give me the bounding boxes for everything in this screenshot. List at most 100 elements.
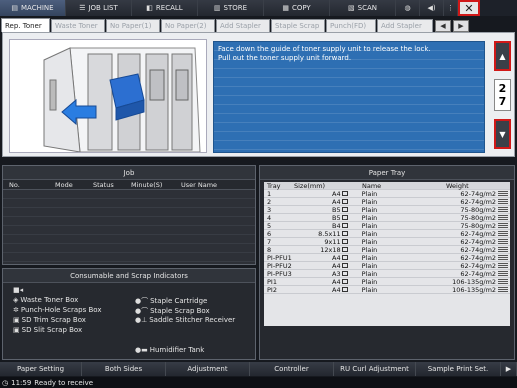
tab-punch-fd[interactable]: Punch(FD) <box>326 19 376 32</box>
warning-tabs: Rep. Toner Waste Toner No Paper(1) No Pa… <box>0 18 517 32</box>
page-total: 7 <box>498 95 507 108</box>
paper-orientation-icon <box>341 215 348 220</box>
tray-size: A4 <box>292 254 352 262</box>
tray-paper-name: Plain <box>361 189 378 198</box>
globe-icon: ◍ <box>404 4 411 12</box>
job-list[interactable] <box>3 190 255 264</box>
arrow-right-icon: ▶ <box>458 22 464 30</box>
tab-store[interactable]: ▥ STORE <box>198 0 264 16</box>
top-navigation-bar: ▤ MACHINE ☰ JOB LIST ◧ RECALL ▥ STORE ▦ … <box>0 0 517 16</box>
sd-slit-indicator: ▣ SD Slit Scrap Box <box>13 326 83 334</box>
tray-size: A3 <box>292 270 352 278</box>
status-time: 11:59 <box>11 378 32 387</box>
humidifier-icon: ●▬ <box>135 346 148 354</box>
paper-tray-title: Paper Tray <box>260 166 514 180</box>
tab-waste-toner[interactable]: Waste Toner <box>51 19 105 32</box>
tab-recall[interactable]: ◧ RECALL <box>132 0 198 16</box>
job-panel-title: Job <box>3 166 255 180</box>
tab-scroll-right-button[interactable]: ▶ <box>453 20 469 32</box>
paper-orientation-icon <box>341 223 348 228</box>
tab-add-stapler[interactable]: Add Stapler <box>216 19 270 32</box>
sample-print-set-button[interactable]: Sample Print Set. <box>416 362 501 376</box>
tray-weight: 62-74g/m2 <box>460 229 497 238</box>
close-button[interactable]: ✕ <box>458 0 480 16</box>
camera-indicator: ■◂ <box>13 286 23 294</box>
tray-size: 12x18 <box>292 246 352 254</box>
tray-weight: 62-74g/m2 <box>460 253 497 262</box>
paper-orientation-icon <box>341 271 348 276</box>
tab-no-paper-2[interactable]: No Paper(2) <box>161 19 215 32</box>
tab-machine[interactable]: ▤ MACHINE <box>0 0 66 16</box>
tray-paper-name: Plain <box>361 261 378 270</box>
paper-orientation-icon <box>341 263 348 268</box>
tray-weight: 62-74g/m2 <box>460 237 497 246</box>
tray-size: B5 <box>292 206 352 214</box>
paper-orientation-icon <box>341 255 348 260</box>
staple-scrap-icon: ●⌒ <box>135 307 149 315</box>
table-row[interactable]: PI2 A4 Plain 106-135g/m2 <box>264 286 510 294</box>
machine-screen: ▤ MACHINE ☰ JOB LIST ◧ RECALL ▥ STORE ▦ … <box>0 0 517 388</box>
tab-job-list[interactable]: ☰ JOB LIST <box>66 0 132 16</box>
tray-weight: 62-74g/m2 <box>460 261 497 270</box>
paper-orientation-icon <box>341 207 348 212</box>
tray-weight: 75-80g/m2 <box>460 205 497 214</box>
guidance-panel: Face down the guide of toner supply unit… <box>2 32 515 157</box>
ru-curl-adjustment-button[interactable]: RU Curl Adjustment <box>334 362 416 376</box>
paper-level-icon <box>496 223 510 228</box>
copy-icon: ▦ <box>282 4 289 12</box>
paper-orientation-icon <box>341 287 348 292</box>
page-down-button[interactable]: ▼ <box>494 119 511 149</box>
bottom-function-bar: Paper Setting Both Sides Adjustment Cont… <box>0 362 517 376</box>
tab-scroll-left-button[interactable]: ◀ <box>435 20 451 32</box>
tab-add-stapler-2[interactable]: Add Stapler <box>377 19 433 32</box>
tab-staple-scrap[interactable]: Staple Scrap <box>271 19 325 32</box>
controller-button[interactable]: Controller <box>250 362 334 376</box>
punch-scrap-indicator: ✲ Punch-Hole Scraps Box <box>13 306 102 314</box>
camera-icon: ■◂ <box>13 286 24 294</box>
paper-orientation-icon <box>341 247 348 252</box>
page-up-button[interactable]: ▲ <box>494 41 511 71</box>
tab-copy[interactable]: ▦ COPY <box>264 0 330 16</box>
menu-button[interactable]: ⋮ <box>444 0 458 16</box>
tray-id: 1 <box>267 189 272 198</box>
tray-weight: 62-74g/m2 <box>460 269 497 278</box>
machine-icon: ▤ <box>11 4 19 12</box>
list-icon: ☰ <box>79 4 86 12</box>
tray-weight: 106-135g/m2 <box>452 277 497 286</box>
paper-setting-button[interactable]: Paper Setting <box>0 362 82 376</box>
paper-level-icon <box>496 191 510 196</box>
paper-orientation-icon <box>341 279 348 284</box>
tab-scan[interactable]: ▧ SCAN <box>330 0 396 16</box>
tray-size: A4 <box>292 278 352 286</box>
job-col-mode: Mode <box>55 180 73 189</box>
paper-level-icon <box>496 239 510 244</box>
arrow-right-icon: ▶ <box>505 365 512 373</box>
status-bar: ◷ 11:59 Ready to receive <box>0 377 517 388</box>
tray-paper-name: Plain <box>361 205 378 214</box>
adjustment-button[interactable]: Adjustment <box>166 362 250 376</box>
recall-icon: ◧ <box>146 4 153 12</box>
saddle-stitcher-indicator: ●⊥ Saddle Stitcher Receiver <box>135 316 236 324</box>
sd-slit-icon: ▣ <box>13 326 20 334</box>
tray-paper-name: Plain <box>361 229 378 238</box>
speaker-icon: ◀) <box>427 4 436 12</box>
arrow-down-icon: ▼ <box>499 129 506 139</box>
tray-id: PI-PFU2 <box>267 261 292 270</box>
both-sides-button[interactable]: Both Sides <box>82 362 166 376</box>
tab-rep-toner[interactable]: Rep. Toner <box>1 18 50 32</box>
paper-level-icon <box>496 279 510 284</box>
tray-paper-name: Plain <box>361 213 378 222</box>
tray-id: PI-PFU1 <box>267 253 292 262</box>
tray-size: A4 <box>292 262 352 270</box>
tab-no-paper-1[interactable]: No Paper(1) <box>106 19 160 32</box>
job-panel: Job No. Mode Status Minute(S) User Name <box>2 165 256 265</box>
bottombar-more-button[interactable]: ▶ <box>501 362 517 376</box>
guidance-message: Face down the guide of toner supply unit… <box>213 41 485 153</box>
tray-weight: 106-135g/m2 <box>452 285 497 294</box>
waste-toner-icon: ◈ <box>13 296 19 304</box>
tray-paper-name: Plain <box>361 245 378 254</box>
globe-button[interactable]: ◍ <box>396 0 420 16</box>
paper-level-icon <box>496 255 510 260</box>
volume-button[interactable]: ◀) <box>420 0 444 16</box>
paper-tray-rows: 1 A4 Plain 62-74g/m2 2 A4 Plain 62-74g/m2 3 B5 Pla… <box>264 190 510 294</box>
